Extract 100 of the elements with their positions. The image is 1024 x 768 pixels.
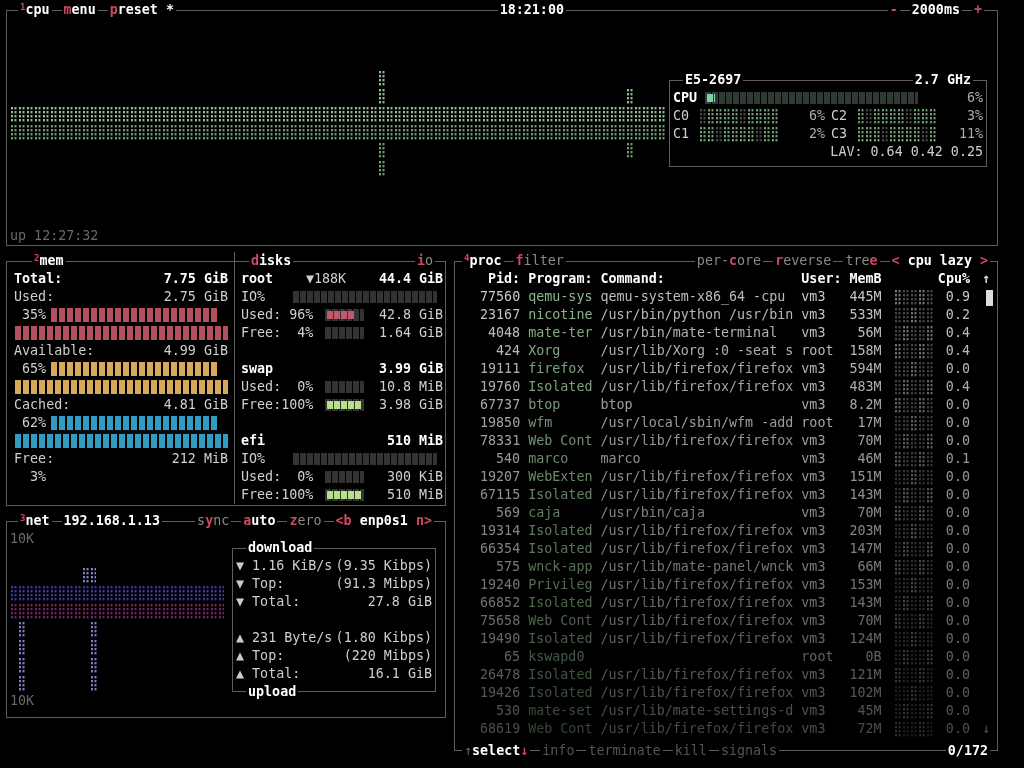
panel-title[interactable]: $^{4}$proc [462,252,504,270]
table-cell: 19111 [480,360,521,378]
table-cell-text: vm3 [801,486,827,504]
table-cell: /usr/lib/firefox/firefox [600,379,794,394]
table-cell-text: vm3 [801,432,827,450]
disk-stat-label: Used: [241,306,282,324]
table-cell: 19760 [480,378,521,396]
cpu-history-graph [893,702,934,720]
traffic-label: 1.16 KiB/s [252,557,333,575]
table-cell-text: vm3 [801,540,827,558]
previous-interface-button[interactable]: <b [335,512,352,530]
cpu-history-graph [893,666,934,684]
core-label: C2 [831,107,849,125]
column-header[interactable]: Command: [600,270,794,288]
table-cell-text: 0.0 [944,504,970,522]
table-cell: /usr/lib/firefox/firefox [600,469,794,484]
cpu-history-graph [893,288,934,306]
table-cell-text: vm3 [801,450,827,468]
table-cell-text: 575 [495,558,521,576]
table-cell: Isolated [528,378,593,396]
disk-percent: 100% [281,486,314,504]
table-cell: /usr/local/sbin/wfm -add [600,415,794,430]
table-cell-text: btop [528,396,562,414]
scroll-up-arrow[interactable]: ↑ [978,270,995,288]
memory-label: Free: [14,450,55,468]
table-cell: wnck-app [528,558,593,576]
column-header[interactable]: User: [801,270,842,288]
disk-size: 44.4 GiB [378,270,444,288]
table-cell-text: vm3 [801,522,827,540]
up-arrow-icon: ▲ [236,647,253,665]
table-cell-text: 4048 [487,324,521,342]
up-arrow-icon[interactable]: ↑ [464,743,473,758]
table-cell-text: 0.0 [944,576,970,594]
table-cell-text: 0.0 [944,648,970,666]
table-cell: 77560 [480,288,521,306]
table-cell-text: vm3 [801,702,827,720]
table-cell-text: 0.0 [944,666,970,684]
core-label: C3 [831,125,849,143]
table-cell: 158M [849,342,882,360]
table-cell-text: 56M [856,324,882,342]
cpu-history-graph [893,594,934,612]
table-cell-text: 0B [864,648,882,666]
table-cell: mate-set [528,702,593,720]
table-cell: 445M [849,288,882,306]
disk-percent: 0% [296,378,314,396]
table-cell: btop [600,397,633,412]
disk-stat-label: Used: [241,378,282,396]
table-cell-text: 0.0 [944,630,970,648]
core-label: C1 [673,125,691,143]
table-cell: /usr/lib/firefox/firefox [600,685,794,700]
column-header[interactable]: Pid: [480,270,521,288]
table-cell: /usr/lib/firefox/firefox [600,595,794,610]
memory-percent: 62% [21,414,47,432]
table-cell: Privileg [528,576,593,594]
previous-sort-button[interactable]: < [891,252,900,270]
cpu-history-graph [893,630,934,648]
scrollbar-thumb[interactable] [986,290,993,306]
table-cell: 147M [849,540,882,558]
down-arrow-icon[interactable]: ↓ [520,743,529,758]
table-cell: /usr/lib/mate-panel/wnck [600,559,794,574]
table-cell: nicotine [528,306,593,324]
table-cell-text: 70M [856,612,882,630]
table-cell: 19314 [480,522,521,540]
table-cell-text: vm3 [801,306,827,324]
cpu-history-graph [893,342,934,360]
usage-meter [325,327,365,339]
table-cell: 66852 [480,594,521,612]
table-cell: 67737 [480,396,521,414]
table-cell-text: 0.0 [944,684,970,702]
next-interface-button[interactable]: n> [415,512,432,530]
cpu-history-graph [893,450,934,468]
table-cell-text: 424 [495,342,521,360]
column-header[interactable]: MemB [849,270,882,288]
preset-button[interactable]: preset * [107,1,176,19]
select-label: select [472,743,521,758]
table-cell: /usr/lib/mate-settings-d [600,703,794,718]
table-cell: 19490 [480,630,521,648]
column-header[interactable]: Cpu% [937,270,970,288]
table-cell: /usr/bin/caja [600,505,705,520]
process-count: 0/172 [945,742,990,760]
disk-percent: 4% [296,324,314,342]
disk-io-rate: ▼188K [305,270,347,288]
panel-title[interactable]: $^{1}$cpu [18,1,52,19]
table-cell: 102M [849,684,882,702]
table-cell-text: vm3 [801,324,827,342]
disk-stat-label: Free: [241,324,282,342]
next-sort-button[interactable]: > [979,252,988,270]
memory-label: Used: [14,288,55,306]
table-cell-text: 0.4 [944,378,970,396]
usage-meter [325,471,365,483]
sort-field: cpu lazy [907,252,972,270]
disk-stat-value: 3.98 GiB [378,396,444,414]
column-header[interactable]: Program: [528,270,593,288]
table-cell: /usr/lib/firefox/firefox [600,523,794,538]
total-label: Total: [14,270,63,288]
table-cell-text: vm3 [801,612,827,630]
cpu-history-graph [893,396,934,414]
table-cell: Web Cont [528,720,593,738]
table-cell-text: 0.0 [944,702,970,720]
traffic-label: Top: [252,647,285,665]
